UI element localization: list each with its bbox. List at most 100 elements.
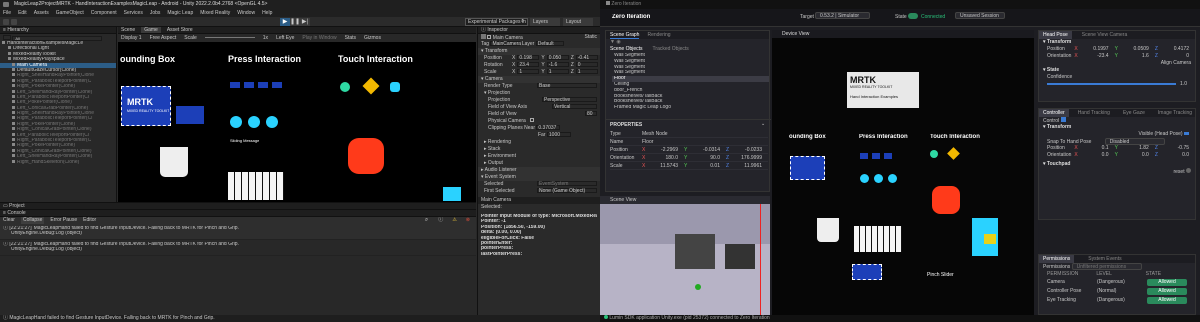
red-icosahedron[interactable] xyxy=(348,138,384,174)
play-button[interactable]: ▶ xyxy=(280,18,290,26)
zi-touch-sphere[interactable] xyxy=(930,150,938,158)
mrtk-hand-examples-card[interactable]: MRTK MIXED REALITY TOOLKIT Hand Interact… xyxy=(847,72,919,108)
transform-header[interactable]: ▾ Transform xyxy=(478,48,600,55)
near-input[interactable]: 0.37037 xyxy=(536,125,561,131)
account-icon[interactable] xyxy=(3,19,9,25)
error-count-icon[interactable]: ⊗ xyxy=(466,217,470,224)
zi-round-button-1[interactable] xyxy=(860,174,869,183)
scale-x-input[interactable]: 1 xyxy=(517,69,540,75)
xyz-value[interactable]: 0.1997 xyxy=(1081,46,1114,53)
target-dropdown[interactable]: 0.53.2 | Simulator xyxy=(815,12,870,19)
tab-scene-graph[interactable]: Scene Graph xyxy=(610,31,640,39)
tab-scene[interactable]: Scene xyxy=(121,27,135,33)
error-pause-button[interactable]: Error Pause xyxy=(50,217,77,224)
property-value[interactable]: 11.5743 xyxy=(650,162,684,169)
layout-dropdown[interactable]: Layout xyxy=(563,18,593,26)
zi-red-icosahedron[interactable] xyxy=(932,186,960,214)
blue-cube[interactable] xyxy=(443,187,461,201)
xyz-value[interactable]: 0.0509 xyxy=(1121,46,1154,53)
inspector-tab[interactable]: ⓘ Inspector xyxy=(478,27,600,34)
position-x-input[interactable]: 0.198 xyxy=(517,55,540,61)
game-render[interactable]: ounding Box MRTK MIXED REALITY TOOLKIT P… xyxy=(118,42,476,202)
xyz-value[interactable]: 0.0 xyxy=(1081,152,1114,159)
tab-hand-tracking[interactable]: Hand Tracking xyxy=(1074,109,1114,117)
zi-mrtk-box[interactable] xyxy=(790,156,825,180)
menu-item[interactable]: Assets xyxy=(34,10,49,16)
snap-dropdown[interactable]: Disabled xyxy=(1104,138,1165,145)
audio-listener-header[interactable]: ▸ Audio Listener xyxy=(478,167,600,174)
fov-input[interactable]: 80 xyxy=(585,111,597,117)
xyz-value[interactable]: 0.4172 xyxy=(1162,46,1195,53)
tab-scene-objects[interactable]: Scene Objects xyxy=(610,46,643,53)
zi-round-button-2[interactable] xyxy=(874,174,883,183)
zi-press-button-2[interactable] xyxy=(872,153,880,159)
project-tab[interactable]: ▭ Project xyxy=(3,203,25,209)
menu-item[interactable]: GameObject xyxy=(56,10,84,16)
property-value[interactable]: -2.2969 xyxy=(650,146,684,153)
touchpad-section[interactable]: ▾ Touchpad xyxy=(1039,161,1195,168)
clear-button[interactable]: Clear xyxy=(3,217,15,224)
warning-count-icon[interactable]: ⚠ xyxy=(452,217,456,224)
zi-coffee-cup[interactable] xyxy=(817,218,839,242)
menu-item[interactable]: Window xyxy=(237,10,255,16)
xyz-value[interactable]: 0.1 xyxy=(1081,145,1114,152)
eye-dropdown[interactable]: Left Eye xyxy=(276,34,294,42)
rotation-x-input[interactable]: 23.4 xyxy=(517,62,540,68)
tab-game[interactable]: Game xyxy=(141,27,161,33)
active-checkbox[interactable] xyxy=(487,35,492,39)
press-button-1[interactable] xyxy=(230,82,240,88)
rotation-y-input[interactable]: -1.6 xyxy=(546,62,569,68)
static-toggle[interactable]: Static xyxy=(584,34,597,41)
menu-item[interactable]: Help xyxy=(262,10,272,16)
display-dropdown[interactable]: Display 1 xyxy=(121,34,142,42)
press-button-4[interactable] xyxy=(272,82,282,88)
scene-view-tab[interactable]: Scene View xyxy=(600,196,770,204)
property-value[interactable]: 90.0 xyxy=(692,154,726,161)
property-value[interactable]: 11.9961 xyxy=(734,162,768,169)
first-selected-field[interactable]: None (Game Object) xyxy=(537,188,597,194)
xyz-value[interactable]: 0.0 xyxy=(1162,152,1195,159)
tab-system-events[interactable]: System Events xyxy=(1084,255,1125,263)
permission-state-dropdown[interactable]: Allowed xyxy=(1147,297,1187,304)
tab-permissions[interactable]: Permissions xyxy=(1039,255,1075,263)
state-section[interactable]: ▾ State xyxy=(1039,67,1195,74)
transform-section[interactable]: ▾ Transform xyxy=(1039,39,1195,46)
search-icon[interactable]: ⌕ xyxy=(521,18,524,25)
tab-eye-gaze[interactable]: Eye Gaze xyxy=(1119,109,1149,117)
layers-dropdown[interactable]: Layers xyxy=(530,18,560,26)
piano-keys[interactable] xyxy=(228,172,284,200)
hierarchy-tab[interactable]: ≡ Hierarchy xyxy=(0,27,116,34)
xyz-value[interactable]: 1.6 xyxy=(1121,53,1154,60)
menu-item[interactable]: Magic Leap xyxy=(167,10,193,16)
visible-toggle[interactable] xyxy=(1184,132,1189,135)
connection-toggle[interactable] xyxy=(908,13,918,19)
property-value[interactable]: -0.0233 xyxy=(734,146,768,153)
device-view-render[interactable]: MRTK MIXED REALITY TOOLKIT Hand Interact… xyxy=(772,38,1034,315)
touch-cube[interactable] xyxy=(390,82,400,92)
round-button-2[interactable] xyxy=(248,116,260,128)
touch-sphere[interactable] xyxy=(340,82,350,92)
section-output[interactable]: ▸ Output xyxy=(478,160,600,167)
experimental-packages-button[interactable]: Experimental Packages In Use xyxy=(465,18,528,26)
gizmos-button[interactable]: Gizmos xyxy=(364,34,381,42)
scale-y-input[interactable]: 1 xyxy=(546,69,569,75)
menu-item[interactable]: Jobs xyxy=(150,10,161,16)
press-button-2[interactable] xyxy=(244,82,254,88)
zi-press-button-1[interactable] xyxy=(860,153,868,159)
eye-icon[interactable]: ◉ xyxy=(616,39,620,45)
event-system-header[interactable]: ▾ Event System xyxy=(478,174,600,181)
tab-head-pose[interactable]: Head Pose xyxy=(1039,31,1072,39)
scene-object-item[interactable]: Framed Magic Leap Logo xyxy=(612,105,769,111)
pause-button[interactable]: ❚❚ xyxy=(290,18,300,26)
ctrl-transform-section[interactable]: ▾ Transform xyxy=(1039,124,1195,131)
section-environment[interactable]: ▸ Environment xyxy=(478,153,600,160)
press-button-3[interactable] xyxy=(258,82,268,88)
scale-slider[interactable] xyxy=(204,34,255,38)
touchpad-dot[interactable] xyxy=(1186,168,1191,173)
projection-subheader[interactable]: ▾ Projection xyxy=(478,90,600,97)
menu-item[interactable]: Component xyxy=(91,10,117,16)
align-camera-button[interactable]: Align Camera xyxy=(1161,60,1191,66)
preview-header[interactable]: Main Camera xyxy=(478,197,600,204)
selected-field[interactable]: EventSystem xyxy=(537,181,597,187)
menu-item[interactable]: Mixed Reality xyxy=(200,10,230,16)
